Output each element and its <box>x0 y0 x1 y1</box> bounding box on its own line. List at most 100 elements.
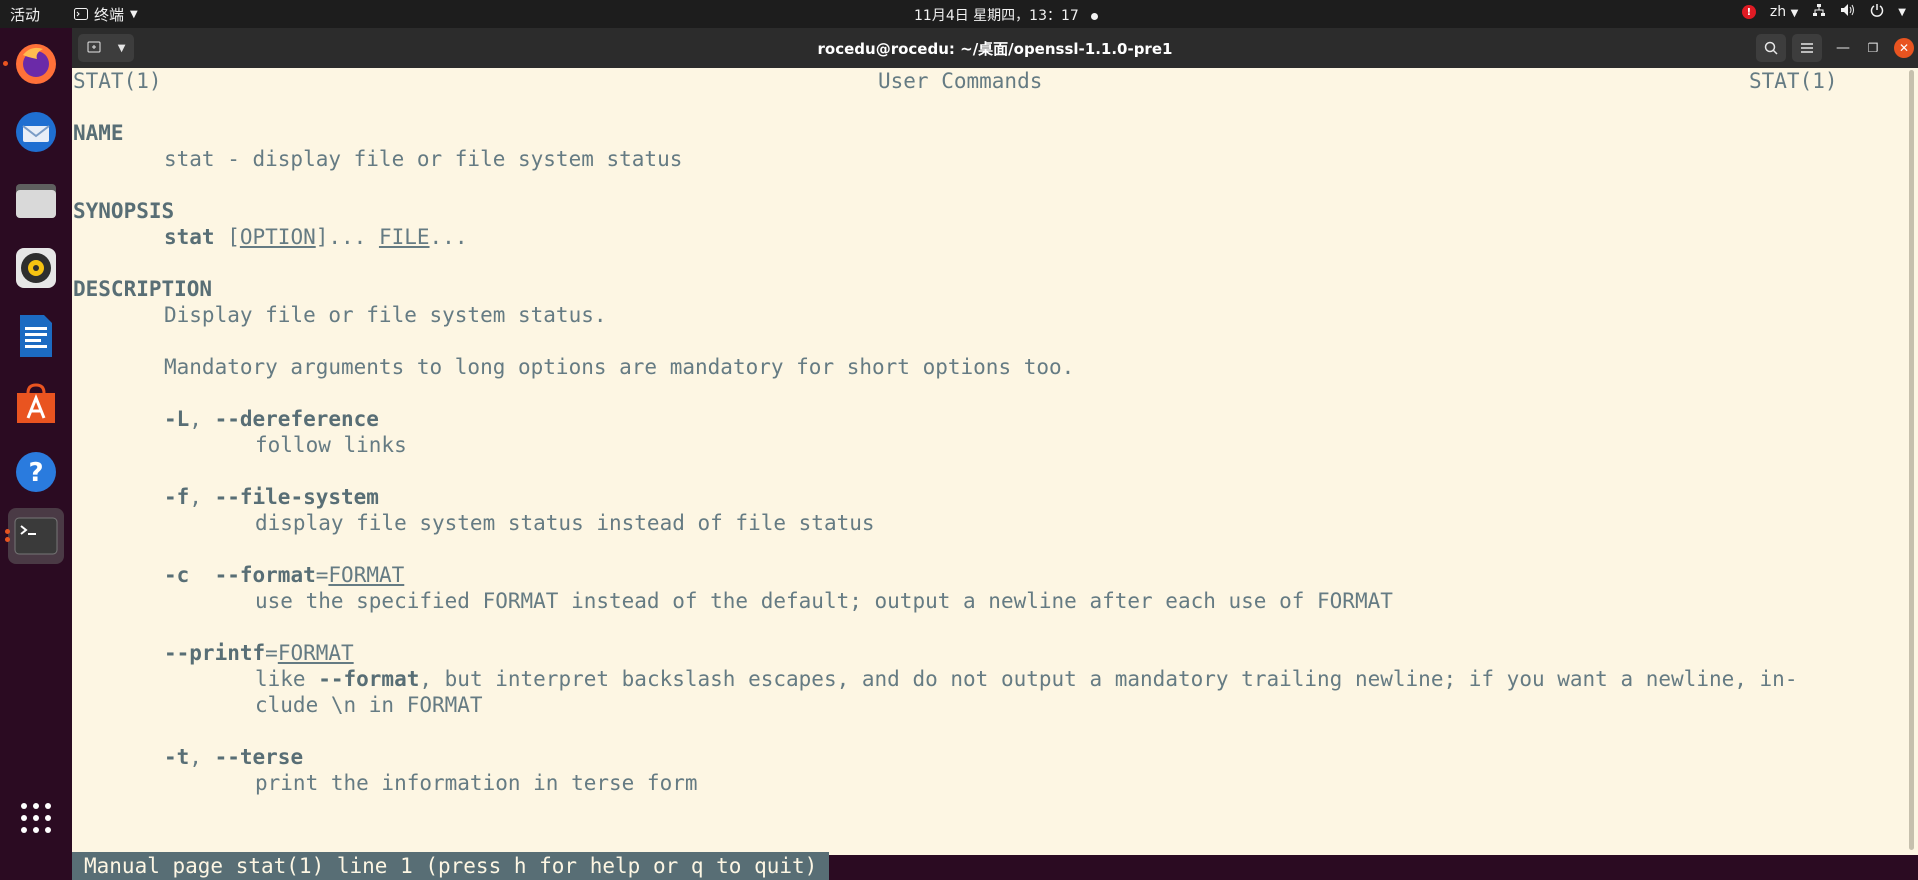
option-file-system: -f, --file-system <box>164 484 379 510</box>
option-short: -c <box>164 563 190 587</box>
app-menu[interactable]: 终端 ▼ <box>74 4 138 25</box>
help-icon: ? <box>16 452 56 492</box>
description-text: , but interpret backslash escapes, and d… <box>419 667 1798 691</box>
scrollbar-thumb[interactable] <box>1909 70 1914 850</box>
terminal-small-icon <box>74 6 88 24</box>
option-dereference: -L, --dereference <box>164 406 379 432</box>
dock: ? <box>0 28 72 855</box>
app-menu-label: 终端 <box>94 6 125 24</box>
menu-button[interactable] <box>1792 34 1822 62</box>
running-indicator <box>5 537 10 542</box>
synopsis-option: OPTION <box>239 225 316 249</box>
chevron-down-icon: ▼ <box>130 9 138 20</box>
power-icon[interactable] <box>1870 3 1884 21</box>
notification-dot-icon <box>1090 12 1098 20</box>
hamburger-icon <box>1801 43 1813 53</box>
section-heading-name: NAME <box>73 121 124 145</box>
name-text: stat - display file or file system statu… <box>164 147 683 171</box>
option-long: --file-system <box>214 485 379 509</box>
option-separator: , <box>189 745 215 769</box>
option-description: use the specified FORMAT instead of the … <box>255 589 1393 613</box>
firefox-icon <box>16 44 56 84</box>
search-button[interactable] <box>1756 34 1786 62</box>
option-argument: FORMAT <box>277 641 354 665</box>
option-long: --dereference <box>214 407 379 431</box>
clock-text: 11月4日 星期四，13：17 <box>914 8 1079 24</box>
synopsis-text: ]... <box>315 225 379 249</box>
software-center-launcher[interactable] <box>8 376 64 432</box>
option-long: --format <box>214 563 316 587</box>
option-description: clude \n in FORMAT <box>255 693 483 717</box>
synopsis-text: ... <box>429 225 468 249</box>
option-separator <box>189 563 214 587</box>
activities-button[interactable]: 活动 <box>10 4 40 25</box>
man-header-left: STAT(1) <box>73 69 162 93</box>
option-equals: = <box>315 563 329 587</box>
man-header-right: STAT(1) <box>1749 69 1838 93</box>
option-format: -c --format=FORMAT <box>164 562 404 588</box>
option-short: -t <box>164 745 190 769</box>
description-text: Display file or file system status. <box>164 303 607 327</box>
alert-icon[interactable]: ! <box>1741 5 1756 19</box>
app-store-icon <box>17 383 55 423</box>
restore-icon: ❐ <box>1867 41 1879 55</box>
option-long: --terse <box>214 745 304 769</box>
synopsis-file: FILE <box>378 225 430 249</box>
option-short: -f <box>164 485 190 509</box>
option-description: display file system status instead of fi… <box>255 511 875 535</box>
section-heading-description: DESCRIPTION <box>73 277 213 301</box>
terminal-icon <box>14 517 58 555</box>
maximize-button[interactable]: ❐ <box>1860 34 1886 62</box>
help-launcher[interactable]: ? <box>8 444 64 500</box>
title-bar[interactable]: ▼ rocedu@rocedu: ~/桌面/openssl-1.1.0-pre1… <box>72 28 1918 68</box>
section-heading-synopsis: SYNOPSIS <box>73 199 175 223</box>
thunderbird-launcher[interactable] <box>8 104 64 160</box>
firefox-launcher[interactable] <box>3 36 64 92</box>
svg-text:?: ? <box>28 458 43 488</box>
description-text: Mandatory arguments to long options are … <box>164 355 1075 379</box>
option-argument: FORMAT <box>328 563 405 587</box>
option-equals: = <box>265 641 278 665</box>
minimize-button[interactable]: — <box>1830 34 1856 62</box>
synopsis-line: stat [OPTION]... FILE... <box>164 224 467 250</box>
scrollbar[interactable] <box>1904 68 1918 855</box>
rhythmbox-icon <box>16 248 56 288</box>
option-description: follow links <box>255 433 407 457</box>
search-icon <box>1764 41 1778 55</box>
files-icon <box>16 184 56 218</box>
option-printf: --printf=FORMAT <box>164 640 354 666</box>
terminal-window: ▼ rocedu@rocedu: ~/桌面/openssl-1.1.0-pre1… <box>72 28 1918 880</box>
option-description: print the information in terse form <box>255 771 698 795</box>
option-separator: , <box>189 407 215 431</box>
option-long: --printf <box>164 641 266 665</box>
option-separator: , <box>189 485 215 509</box>
synopsis-text: [ <box>214 225 240 249</box>
show-applications-button[interactable] <box>8 790 64 846</box>
writer-icon <box>20 315 52 357</box>
close-icon: ✕ <box>1898 41 1910 55</box>
close-button[interactable]: ✕ <box>1894 38 1914 58</box>
minimize-icon: — <box>1836 40 1850 56</box>
terminal-launcher[interactable] <box>5 508 64 564</box>
system-tray[interactable]: ! zh ▼ ▼ <box>1741 3 1906 21</box>
synopsis-command: stat <box>164 225 215 249</box>
option-short: -L <box>164 407 190 431</box>
window-title: rocedu@rocedu: ~/桌面/openssl-1.1.0-pre1 <box>817 40 1173 58</box>
option-description: like --format, but interpret backslash e… <box>255 666 1797 692</box>
man-header-center: User Commands <box>878 69 1043 93</box>
input-method-indicator[interactable]: zh ▼ <box>1770 4 1798 20</box>
input-method-label: zh <box>1769 4 1787 20</box>
clock[interactable]: 11月4日 星期四，13：17 <box>914 5 1098 25</box>
description-text: like <box>255 667 319 691</box>
volume-icon[interactable] <box>1840 3 1856 21</box>
terminal-content[interactable]: STAT(1) User Commands STAT(1) NAME stat … <box>72 68 1904 880</box>
running-indicator <box>3 61 8 66</box>
network-icon[interactable] <box>1812 3 1826 21</box>
rhythmbox-launcher[interactable] <box>8 240 64 296</box>
libreoffice-writer-launcher[interactable] <box>8 308 64 364</box>
files-launcher[interactable] <box>8 172 64 228</box>
thunderbird-icon <box>16 112 56 152</box>
chevron-down-icon: ▼ <box>1790 8 1799 19</box>
app-grid-icon <box>21 803 51 833</box>
pager-status-line: Manual page stat(1) line 1 (press h for … <box>72 852 830 880</box>
